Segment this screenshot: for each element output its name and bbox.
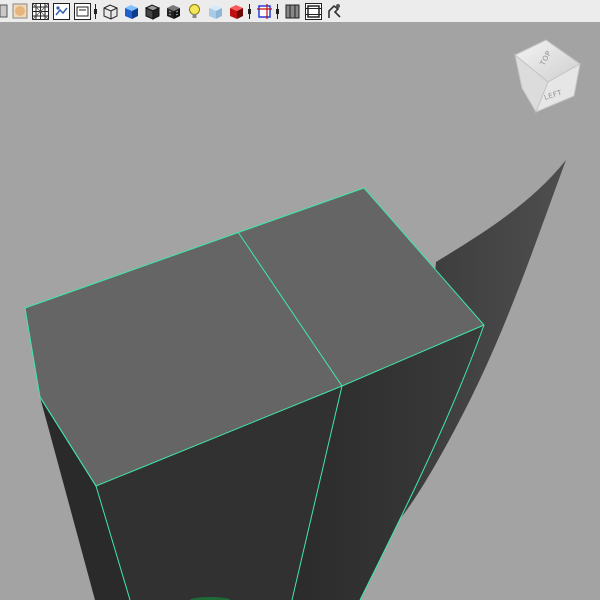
camera-attributes-icon[interactable]: [0, 2, 8, 21]
use-all-lights-icon[interactable]: [185, 2, 204, 21]
resolution-gate-icon[interactable]: [73, 2, 92, 21]
wireframe-icon[interactable]: [101, 2, 120, 21]
toolbar-separator: [246, 2, 253, 21]
wireframe-on-shaded-icon[interactable]: [143, 2, 162, 21]
isolate-select-icon[interactable]: [255, 2, 274, 21]
hud-icon[interactable]: [304, 2, 323, 21]
image-plane-icon[interactable]: [10, 2, 29, 21]
two-sided-lighting-icon[interactable]: [283, 2, 302, 21]
scene-canvas: TOP LEFT: [24, 39, 581, 600]
xray-icon[interactable]: [206, 2, 225, 21]
panel-toolbar: [0, 0, 600, 23]
grid-icon[interactable]: [31, 2, 50, 21]
maya-viewport-panel: TOP LEFT: [0, 0, 600, 600]
view-cube[interactable]: TOP LEFT: [514, 39, 581, 114]
texture-sampling-icon[interactable]: [325, 2, 344, 21]
smooth-shade-all-icon[interactable]: [122, 2, 141, 21]
film-gate-icon[interactable]: [52, 2, 71, 21]
toolbar-separator: [92, 2, 99, 21]
toolbar-separator: [274, 2, 281, 21]
textured-icon[interactable]: [164, 2, 183, 21]
shadows-icon[interactable]: [227, 2, 246, 21]
3d-viewport[interactable]: TOP LEFT: [0, 22, 600, 600]
